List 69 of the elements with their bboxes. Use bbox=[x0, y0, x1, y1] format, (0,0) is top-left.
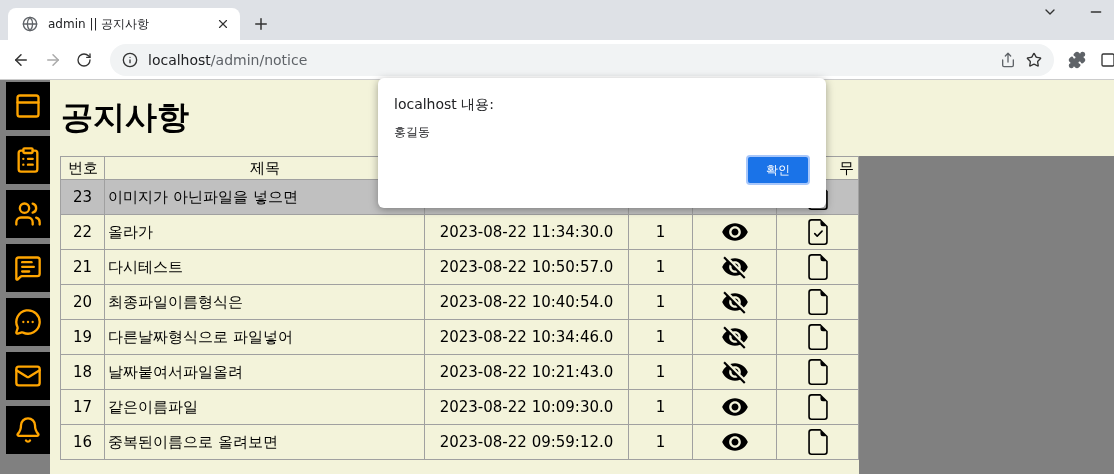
url-text: localhost/admin/notice bbox=[148, 51, 309, 68]
row-number: 16 bbox=[72, 433, 93, 451]
row-number: 17 bbox=[72, 398, 93, 416]
globe-icon bbox=[22, 16, 38, 32]
date-text: 2023-08-22 10:40:54.0 bbox=[439, 293, 614, 311]
side-panel-icon[interactable] bbox=[1100, 51, 1114, 68]
message-icon bbox=[14, 254, 42, 282]
notice-title: 다시테스트 bbox=[108, 257, 183, 276]
notice-title: 이미지가 아닌파일을 넣으면 bbox=[108, 187, 298, 206]
date-text: 2023-08-22 10:50:57.0 bbox=[439, 258, 614, 276]
address-bar[interactable]: localhost/admin/notice bbox=[110, 43, 1054, 76]
row-number: 20 bbox=[72, 293, 93, 311]
info-icon bbox=[122, 51, 138, 68]
view-count: 1 bbox=[655, 433, 666, 451]
date-text: 2023-08-22 11:34:30.0 bbox=[439, 223, 614, 241]
new-tab-icon[interactable] bbox=[252, 15, 270, 33]
view-count: 1 bbox=[655, 223, 666, 241]
date-text: 2023-08-22 10:09:30.0 bbox=[439, 398, 614, 416]
people-icon bbox=[14, 200, 42, 228]
column-header: 번호 bbox=[67, 158, 98, 177]
dialog-message: 홍길동 bbox=[394, 124, 431, 141]
sidebar-button[interactable] bbox=[6, 298, 50, 346]
table-row[interactable]: 21 다시테스트 2023-08-22 10:50:57.0 1 bbox=[60, 249, 859, 285]
dialog-title: localhost 내용: bbox=[394, 96, 495, 114]
date-text: 2023-08-22 10:34:46.0 bbox=[439, 328, 614, 346]
star-icon[interactable] bbox=[1026, 51, 1042, 68]
sidebar-button[interactable] bbox=[6, 406, 50, 454]
table-row[interactable]: 20 최종파일이름형식은 2023-08-22 10:40:54.0 1 bbox=[60, 284, 859, 320]
row-number: 19 bbox=[72, 328, 93, 346]
table-row[interactable]: 17 같은이름파일 2023-08-22 10:09:30.0 1 bbox=[60, 389, 859, 425]
view-count: 1 bbox=[655, 398, 666, 416]
reload-icon[interactable] bbox=[76, 51, 92, 68]
notice-title: 다른날짜형식으로 파일넣어 bbox=[108, 327, 293, 346]
view-count: 1 bbox=[655, 293, 666, 311]
share-icon[interactable] bbox=[1000, 51, 1016, 68]
close-icon[interactable] bbox=[216, 17, 230, 31]
date-text: 2023-08-22 10:21:43.0 bbox=[439, 363, 614, 381]
date-text: 2023-08-22 09:59:12.0 bbox=[439, 433, 614, 451]
view-count: 1 bbox=[655, 258, 666, 276]
sidebar-button[interactable] bbox=[6, 82, 50, 130]
notice-title: 중복된이름으로 올려보면 bbox=[108, 432, 278, 451]
row-number: 22 bbox=[72, 223, 93, 241]
row-number: 21 bbox=[72, 258, 93, 276]
column-header: 제목 bbox=[249, 158, 280, 177]
confirm-button[interactable]: 확인 bbox=[746, 155, 810, 185]
notice-title: 날짜붙여서파일올려 bbox=[108, 362, 243, 381]
notice-title: 최종파일이름형식은 bbox=[108, 292, 243, 311]
column-header: 무 bbox=[839, 158, 854, 177]
table-row[interactable]: 19 다른날짜형식으로 파일넣어 2023-08-22 10:34:46.0 1 bbox=[60, 319, 859, 355]
table-row[interactable]: 18 날짜붙여서파일올려 2023-08-22 10:21:43.0 1 bbox=[60, 354, 859, 390]
row-number: 23 bbox=[72, 188, 93, 206]
notice-title: 같은이름파일 bbox=[108, 397, 198, 416]
view-count: 1 bbox=[655, 328, 666, 346]
row-number: 18 bbox=[72, 363, 93, 381]
sidebar-button[interactable] bbox=[6, 352, 50, 400]
panel-icon bbox=[14, 92, 42, 120]
sidebar-button[interactable] bbox=[6, 190, 50, 238]
table-row[interactable]: 16 중복된이름으로 올려보면 2023-08-22 09:59:12.0 1 bbox=[60, 424, 859, 460]
page-title: 공지사항 bbox=[61, 97, 189, 138]
view-count: 1 bbox=[655, 363, 666, 381]
sidebar-button[interactable] bbox=[6, 136, 50, 184]
tab-title: admin || 공지사항 bbox=[48, 15, 151, 33]
table-row[interactable]: 22 올라가 2023-08-22 11:34:30.0 1 bbox=[60, 214, 859, 250]
notice-title: 올라가 bbox=[108, 222, 153, 241]
sidebar-button[interactable] bbox=[6, 244, 50, 292]
bell-icon bbox=[14, 416, 42, 444]
puzzle-icon[interactable] bbox=[1068, 50, 1086, 69]
browser-tab[interactable]: admin || 공지사항 bbox=[8, 8, 240, 40]
chat-bubble-icon bbox=[14, 308, 42, 336]
